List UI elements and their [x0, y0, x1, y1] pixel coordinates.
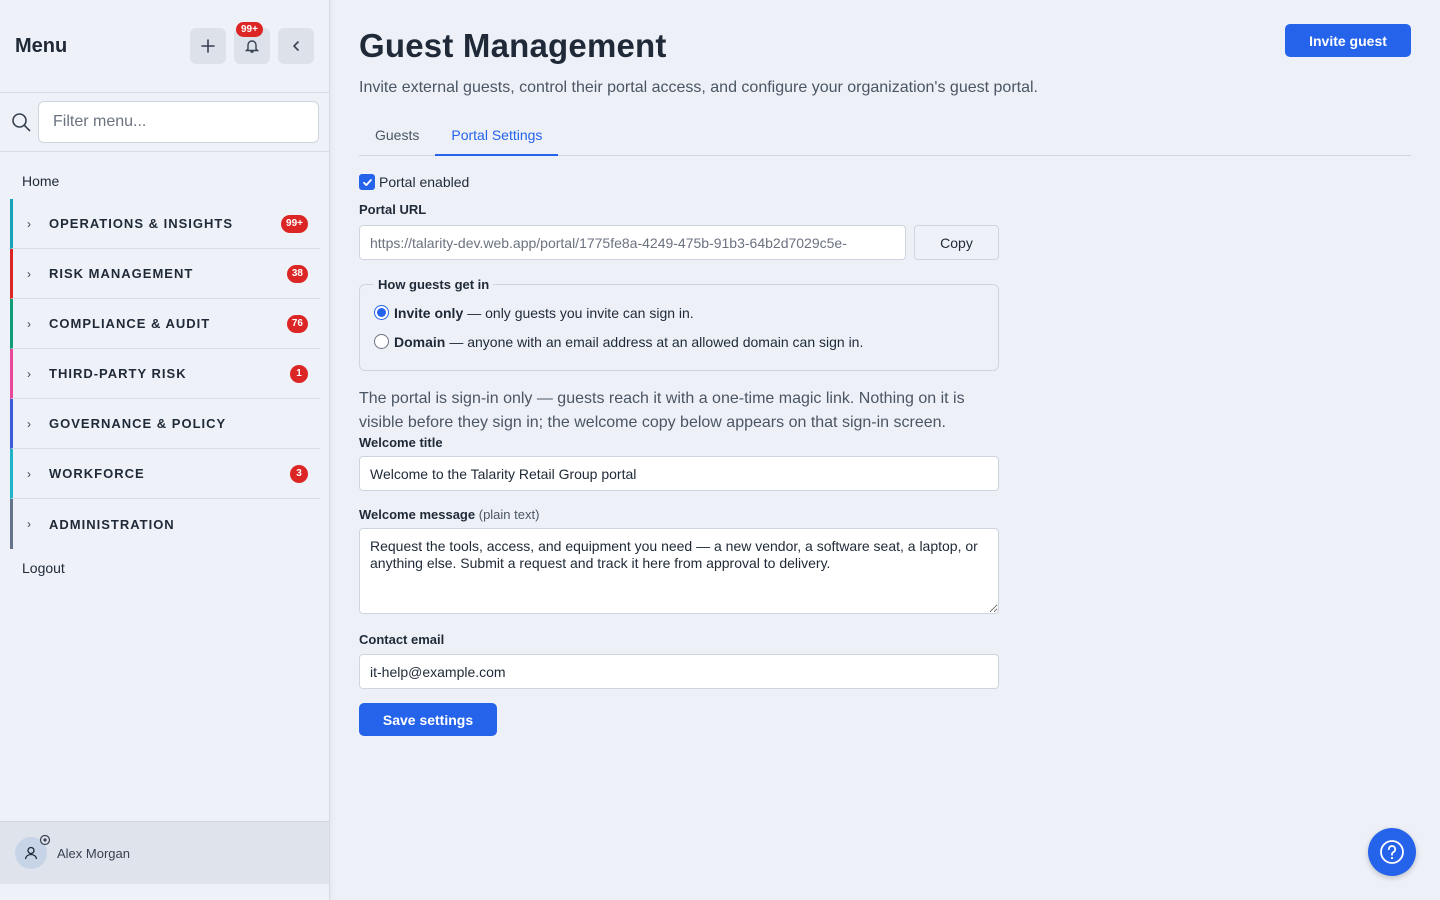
sidebar-item-risk-management[interactable]: › RISK MANAGEMENT 38	[10, 249, 320, 299]
portal-enabled-label: Portal enabled	[379, 174, 470, 190]
sidebar-item-label: ADMINISTRATION	[49, 516, 175, 532]
chevron-right-icon: ›	[27, 216, 31, 231]
sidebar-item-label: OPERATIONS & INSIGHTS	[49, 216, 233, 231]
portal-url-field[interactable]	[359, 225, 906, 260]
sidebar-item-label: GOVERNANCE & POLICY	[49, 416, 227, 431]
portal-info-text: The portal is sign-in only — guests reac…	[359, 390, 965, 431]
sidebar-nav: Home › OPERATIONS & INSIGHTS 99+ › RISK …	[0, 152, 329, 587]
domain-radio[interactable]	[374, 334, 389, 349]
main-content: Guest Management Invite external guests,…	[359, 0, 1411, 900]
collapse-sidebar-button[interactable]	[278, 28, 314, 64]
page-subtitle: Invite external guests, control their po…	[359, 79, 1038, 96]
sidebar-item-compliance-audit[interactable]: › COMPLIANCE & AUDIT 76	[10, 299, 320, 349]
chevron-right-icon: ›	[27, 517, 31, 531]
welcome-message-label-row: Welcome message (plain text)	[359, 507, 999, 522]
count-badge: 38	[286, 264, 308, 283]
portal-settings-form: Portal enabled Portal URL Copy How guest…	[359, 170, 999, 736]
count-badge: 76	[286, 314, 308, 333]
count-badge: 1	[290, 364, 308, 383]
plus-icon	[201, 39, 215, 53]
save-settings-button[interactable]: Save settings	[359, 703, 497, 736]
sidebar-item-label: THIRD-PARTY RISK	[49, 366, 187, 381]
domain-option[interactable]: Domain — anyone with an email address at…	[374, 327, 984, 356]
user-icon	[24, 846, 38, 860]
welcome-title-label: Welcome title	[359, 435, 443, 450]
sidebar-item-third-party-risk[interactable]: › THIRD-PARTY RISK 1	[10, 349, 320, 399]
sidebar-item-logout[interactable]: Logout	[0, 549, 329, 587]
sidebar-item-governance-policy[interactable]: › GOVERNANCE & POLICY	[10, 399, 320, 449]
portal-url-label: Portal URL	[359, 202, 427, 217]
portal-enabled-checkbox[interactable]	[359, 174, 375, 190]
invite-only-description: — only guests you invite can sign in.	[467, 304, 694, 321]
notifications-button[interactable]: 99+	[234, 22, 270, 64]
sidebar-item-administration[interactable]: › ADMINISTRATION	[10, 499, 320, 549]
user-profile[interactable]: Alex Morgan	[0, 821, 329, 884]
user-name: Alex Morgan	[57, 845, 130, 861]
chevron-right-icon: ›	[27, 416, 31, 431]
filter-menu-input[interactable]	[38, 101, 319, 143]
tab-guests[interactable]: Guests	[359, 117, 435, 156]
chevron-right-icon: ›	[27, 466, 31, 481]
chevron-right-icon: ›	[27, 266, 31, 281]
domain-label: Domain	[394, 333, 446, 350]
access-mode-legend: How guests get in	[378, 277, 490, 292]
page-title: Guest Management	[359, 27, 667, 64]
bell-icon	[244, 40, 260, 53]
welcome-message-textarea[interactable]: Request the tools, access, and equipment…	[359, 528, 999, 614]
sidebar: Menu 99+ Home › OPERATIONS & INSIGHTS 99…	[0, 0, 330, 900]
help-button[interactable]	[1368, 828, 1416, 876]
sidebar-item-label: COMPLIANCE & AUDIT	[49, 316, 211, 331]
help-icon	[1380, 840, 1404, 864]
sidebar-search	[0, 93, 329, 152]
notifications-badge: 99+	[236, 22, 263, 37]
portal-enabled-row: Portal enabled	[359, 170, 999, 194]
sidebar-header: Menu 99+	[0, 0, 329, 93]
gear-icon	[39, 834, 51, 846]
invite-guest-button[interactable]: Invite guest	[1285, 24, 1411, 57]
sidebar-item-label: RISK MANAGEMENT	[49, 266, 194, 281]
invite-only-label: Invite only	[394, 304, 464, 321]
count-badge: 99+	[281, 214, 308, 233]
invite-only-option[interactable]: Invite only — only guests you invite can…	[374, 298, 984, 327]
copy-button[interactable]: Copy	[914, 225, 999, 260]
sidebar-item-operations-insights[interactable]: › OPERATIONS & INSIGHTS 99+	[10, 199, 320, 249]
tab-portal-settings[interactable]: Portal Settings	[435, 117, 559, 156]
access-mode-fieldset: How guests get in Invite only — only gue…	[359, 277, 999, 371]
check-icon	[362, 178, 372, 186]
chevron-left-icon	[293, 41, 299, 51]
avatar[interactable]	[15, 834, 51, 869]
portal-url-row: Copy	[359, 225, 999, 260]
search-icon	[12, 113, 31, 132]
contact-email-label: Contact email	[359, 632, 445, 647]
count-badge: 3	[290, 464, 308, 483]
invite-only-radio[interactable]	[374, 305, 389, 320]
welcome-title-input[interactable]	[359, 456, 999, 491]
welcome-message-label: Welcome message	[359, 507, 476, 522]
sidebar-title: Menu	[15, 34, 68, 57]
sidebar-item-workforce[interactable]: › WORKFORCE 3	[10, 449, 320, 499]
add-button[interactable]	[190, 28, 226, 64]
welcome-message-note: (plain text)	[478, 507, 540, 522]
sidebar-item-label: WORKFORCE	[49, 466, 145, 481]
sidebar-item-home[interactable]: Home	[0, 162, 329, 199]
domain-description: — anyone with an email address at an all…	[449, 333, 864, 350]
chevron-right-icon: ›	[27, 366, 31, 381]
contact-email-input[interactable]	[359, 654, 999, 689]
chevron-right-icon: ›	[27, 316, 31, 331]
tabs: Guests Portal Settings	[359, 117, 1411, 156]
